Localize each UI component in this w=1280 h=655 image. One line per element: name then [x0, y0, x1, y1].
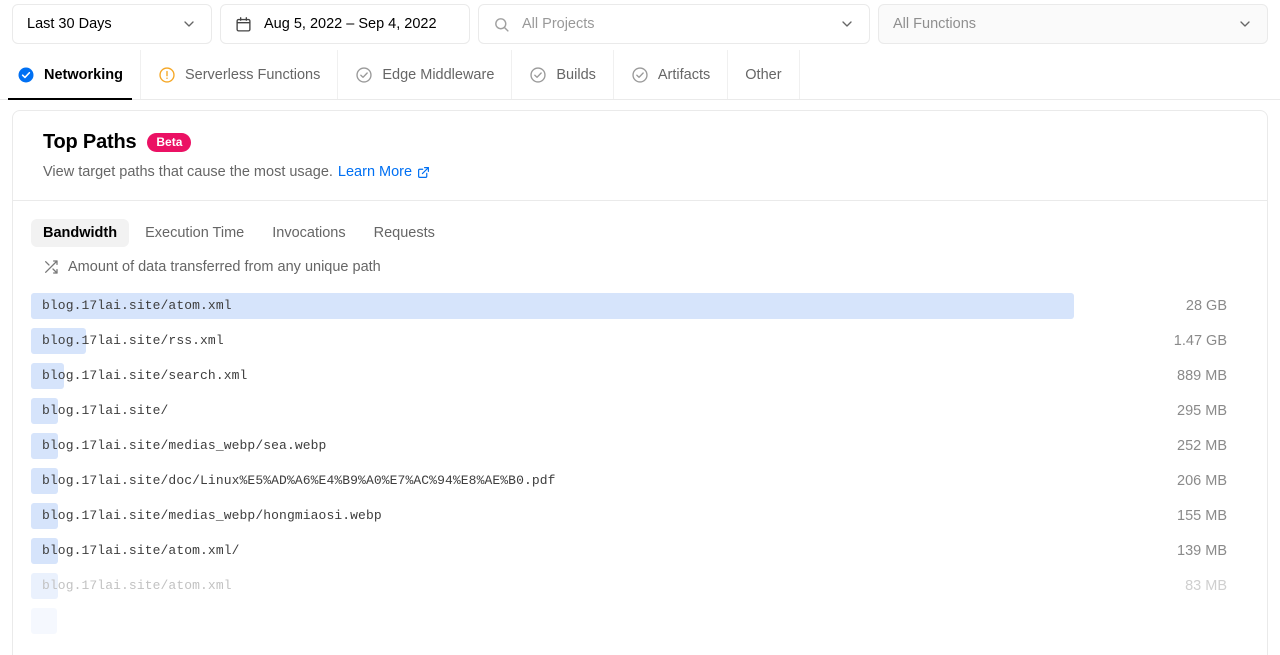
functions-filter[interactable]: All Functions [878, 4, 1268, 44]
projects-filter[interactable]: All Projects [478, 4, 870, 44]
path-value: 889 MB [1177, 367, 1227, 384]
table-row[interactable]: blog.17lai.site/atom.xml 83 MB [31, 568, 1249, 603]
external-link-icon [418, 166, 430, 178]
tab-builds[interactable]: Builds [512, 50, 614, 99]
tab-networking[interactable]: Networking [0, 50, 141, 100]
bar-track [31, 607, 1074, 634]
chevron-down-icon [1237, 16, 1253, 32]
page-title: Top Paths [43, 131, 137, 153]
search-icon [493, 16, 510, 33]
time-range-value: Last 30 Days [27, 16, 112, 32]
metric-description-text: Amount of data transferred from any uniq… [68, 259, 381, 275]
table-row[interactable]: blog.17lai.site/ 295 MB [31, 393, 1249, 428]
shuffle-icon [43, 259, 59, 275]
metric-description: Amount of data transferred from any uniq… [13, 247, 1267, 275]
metric-subtabs: Bandwidth Execution Time Invocations Req… [13, 219, 1267, 247]
tab-label: Networking [44, 66, 123, 83]
tab-label: Other [745, 66, 782, 83]
tab-edge-middleware[interactable]: Edge Middleware [338, 50, 513, 99]
check-circle-outline-icon [355, 66, 373, 84]
bar-track: blog.17lai.site/medias_webp/sea.webp [31, 432, 1074, 459]
table-row[interactable]: blog.17lai.site/medias_webp/sea.webp 252… [31, 428, 1249, 463]
path-value: 1.47 GB [1173, 332, 1227, 349]
table-row[interactable]: blog.17lai.site/atom.xml 28 GB [31, 288, 1249, 323]
bar-track: blog.17lai.site/rss.xml [31, 327, 1074, 354]
bar-track: blog.17lai.site/search.xml [31, 362, 1074, 389]
bar-track: blog.17lai.site/ [31, 397, 1074, 424]
path-label: blog.17lai.site/atom.xml [42, 298, 232, 313]
tab-serverless-functions[interactable]: Serverless Functions [141, 50, 339, 99]
filter-bar: Last 30 Days Aug 5, 2022 – Sep 4, 2022 A… [0, 0, 1280, 50]
time-range-select[interactable]: Last 30 Days [12, 4, 212, 44]
path-value: 28 GB [1185, 297, 1227, 314]
chevron-down-icon [181, 16, 197, 32]
tab-label: Edge Middleware [382, 66, 495, 83]
table-row[interactable]: blog.17lai.site/medias_webp/hongmiaosi.w… [31, 498, 1249, 533]
subtab-requests[interactable]: Requests [362, 219, 447, 247]
bar-track: blog.17lai.site/atom.xml [31, 292, 1074, 319]
card-header: Top Paths Beta View target paths that ca… [13, 111, 1267, 201]
path-value: 139 MB [1177, 542, 1227, 559]
subtab-execution-time[interactable]: Execution Time [133, 219, 256, 247]
tab-label: Builds [556, 66, 596, 83]
table-row[interactable] [31, 603, 1249, 638]
path-label: blog.17lai.site/medias_webp/hongmiaosi.w… [42, 508, 382, 523]
path-label: blog.17lai.site/atom.xml/ [42, 543, 240, 558]
bar-track: blog.17lai.site/medias_webp/hongmiaosi.w… [31, 502, 1074, 529]
calendar-icon [235, 16, 252, 33]
check-circle-outline-icon [631, 66, 649, 84]
check-circle-outline-icon [529, 66, 547, 84]
path-label: blog.17lai.site/rss.xml [42, 333, 224, 348]
table-row[interactable]: blog.17lai.site/rss.xml 1.47 GB [31, 323, 1249, 358]
path-value: 206 MB [1177, 472, 1227, 489]
chevron-down-icon [839, 16, 855, 32]
date-range-value: Aug 5, 2022 – Sep 4, 2022 [264, 16, 437, 32]
projects-filter-value: All Projects [522, 16, 595, 32]
alert-circle-icon [158, 66, 176, 84]
bar-track: blog.17lai.site/doc/Linux%E5%AD%A6%E4%B9… [31, 467, 1074, 494]
table-row[interactable]: blog.17lai.site/atom.xml/ 139 MB [31, 533, 1249, 568]
tab-label: Artifacts [657, 66, 711, 83]
top-paths-card: Top Paths Beta View target paths that ca… [12, 110, 1268, 655]
tab-label: Serverless Functions [184, 66, 321, 83]
path-value: 295 MB [1177, 402, 1227, 419]
path-value: 155 MB [1177, 507, 1227, 524]
tab-artifacts[interactable]: Artifacts [614, 50, 729, 99]
path-label: blog.17lai.site/medias_webp/sea.webp [42, 438, 327, 453]
card-description: View target paths that cause the most us… [43, 164, 1267, 180]
usage-category-tabs: Networking Serverless Functions Edge Mid… [0, 50, 1280, 100]
learn-more-label: Learn More [337, 164, 413, 180]
functions-filter-value: All Functions [893, 16, 977, 32]
path-label: blog.17lai.site/doc/Linux%E5%AD%A6%E4%B9… [42, 473, 556, 488]
path-label: blog.17lai.site/search.xml [42, 368, 248, 383]
table-row[interactable]: blog.17lai.site/doc/Linux%E5%AD%A6%E4%B9… [31, 463, 1249, 498]
check-circle-filled-icon [17, 66, 35, 84]
path-label [31, 613, 50, 628]
top-paths-bar-list: blog.17lai.site/atom.xml 28 GB blog.17la… [13, 288, 1267, 638]
date-range-picker[interactable]: Aug 5, 2022 – Sep 4, 2022 [220, 4, 470, 44]
table-row[interactable]: blog.17lai.site/search.xml 889 MB [31, 358, 1249, 393]
bar-track: blog.17lai.site/atom.xml/ [31, 537, 1074, 564]
card-description-text: View target paths that cause the most us… [43, 164, 333, 180]
subtab-invocations[interactable]: Invocations [260, 219, 357, 247]
learn-more-link[interactable]: Learn More [338, 164, 430, 180]
path-value: 83 MB [1185, 577, 1227, 594]
card-title-row: Top Paths Beta [43, 131, 1267, 154]
path-label: blog.17lai.site/ [42, 403, 169, 418]
subtab-bandwidth[interactable]: Bandwidth [31, 219, 130, 247]
card-body: Bandwidth Execution Time Invocations Req… [13, 201, 1267, 655]
path-value: 252 MB [1177, 437, 1227, 454]
status-badge: Beta [147, 133, 192, 152]
bar-track: blog.17lai.site/atom.xml [31, 572, 1074, 599]
path-label: blog.17lai.site/atom.xml [42, 578, 232, 593]
tab-other[interactable]: Other [728, 50, 800, 99]
